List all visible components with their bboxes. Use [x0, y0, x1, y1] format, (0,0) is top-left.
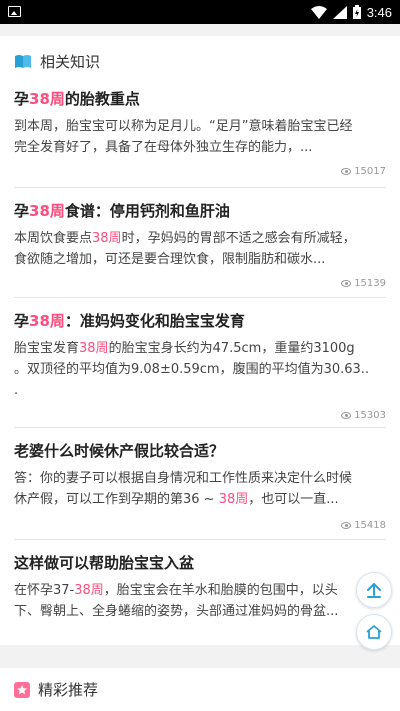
- home-button[interactable]: [356, 614, 392, 650]
- list-item[interactable]: 这样做可以帮助胎宝宝入盆 在怀孕37-38周，胎宝宝会在羊水和胎膜的包围中，以头…: [14, 540, 386, 645]
- eye-icon: [341, 412, 352, 419]
- recommend-header: 精彩推荐: [0, 668, 400, 711]
- section-title: 精彩推荐: [38, 681, 99, 699]
- view-count: 15303: [341, 410, 386, 421]
- related-knowledge-header: 相关知识: [0, 36, 400, 86]
- list-item[interactable]: 孕38周：准妈妈变化和胎宝宝发育 胎宝宝发育38周的胎宝宝身长约为47.5cm，…: [14, 298, 386, 428]
- star-icon: [14, 681, 30, 698]
- scroll-to-top-button[interactable]: [356, 572, 392, 608]
- list-item[interactable]: 孕38周的胎教重点 到本周，胎宝宝可以称为足月儿。“足月”意味着胎宝宝已经 完全…: [14, 86, 386, 188]
- signal-icon: [332, 5, 347, 19]
- article-summary: 胎宝宝发育38周的胎宝宝身长约为47.5cm，重量约3100g 。双顶径的平均值…: [14, 341, 370, 398]
- article-title: 孕38周食谱：停用钙剂和鱼肝油: [14, 202, 230, 220]
- list-item[interactable]: 老婆什么时候休产假比较合适？ 答：你的妻子可以根据自身情况和工作性质来决定什么时…: [14, 428, 386, 540]
- view-count: 15139: [341, 278, 386, 289]
- article-summary: 本周饮食要点38周时，孕妈妈的胃部不适之感会有所减轻， 食欲随之增加，可还是要合…: [14, 231, 356, 267]
- book-icon: [15, 55, 31, 68]
- view-count: 15418: [341, 520, 386, 531]
- article-summary: 到本周，胎宝宝可以称为足月儿。“足月”意味着胎宝宝已经 完全发育好了，具备了在母…: [14, 119, 353, 155]
- article-title: 孕38周的胎教重点: [14, 90, 140, 108]
- view-count: 15017: [341, 166, 386, 177]
- home-icon: [366, 625, 382, 639]
- gallery-notification-icon: [8, 6, 21, 17]
- eye-icon: [341, 280, 352, 287]
- arrow-up-icon: [367, 583, 381, 598]
- section-title: 相关知识: [40, 52, 101, 71]
- eye-icon: [341, 522, 352, 529]
- clock: 3:46: [366, 4, 392, 20]
- status-bar: 3:46: [0, 0, 400, 24]
- wifi-icon: [310, 5, 327, 19]
- article-summary: 在怀孕37-38周，胎宝宝会在羊水和胎膜的包围中，以头 下、臀朝上、全身蜷缩的姿…: [14, 583, 339, 619]
- article-title: 这样做可以帮助胎宝宝入盆: [14, 554, 195, 572]
- battery-icon: [352, 5, 361, 19]
- article-list: 孕38周的胎教重点 到本周，胎宝宝可以称为足月儿。“足月”意味着胎宝宝已经 完全…: [0, 86, 400, 645]
- article-title: 老婆什么时候休产假比较合适？: [14, 442, 225, 460]
- list-item[interactable]: 孕38周食谱：停用钙剂和鱼肝油 本周饮食要点38周时，孕妈妈的胃部不适之感会有所…: [14, 188, 386, 298]
- article-summary: 答：你的妻子可以根据自身情况和工作性质来决定什么时候 休产假，可以工作到孕期的第…: [14, 471, 353, 507]
- eye-icon: [341, 168, 352, 175]
- article-title: 孕38周：准妈妈变化和胎宝宝发育: [14, 312, 245, 330]
